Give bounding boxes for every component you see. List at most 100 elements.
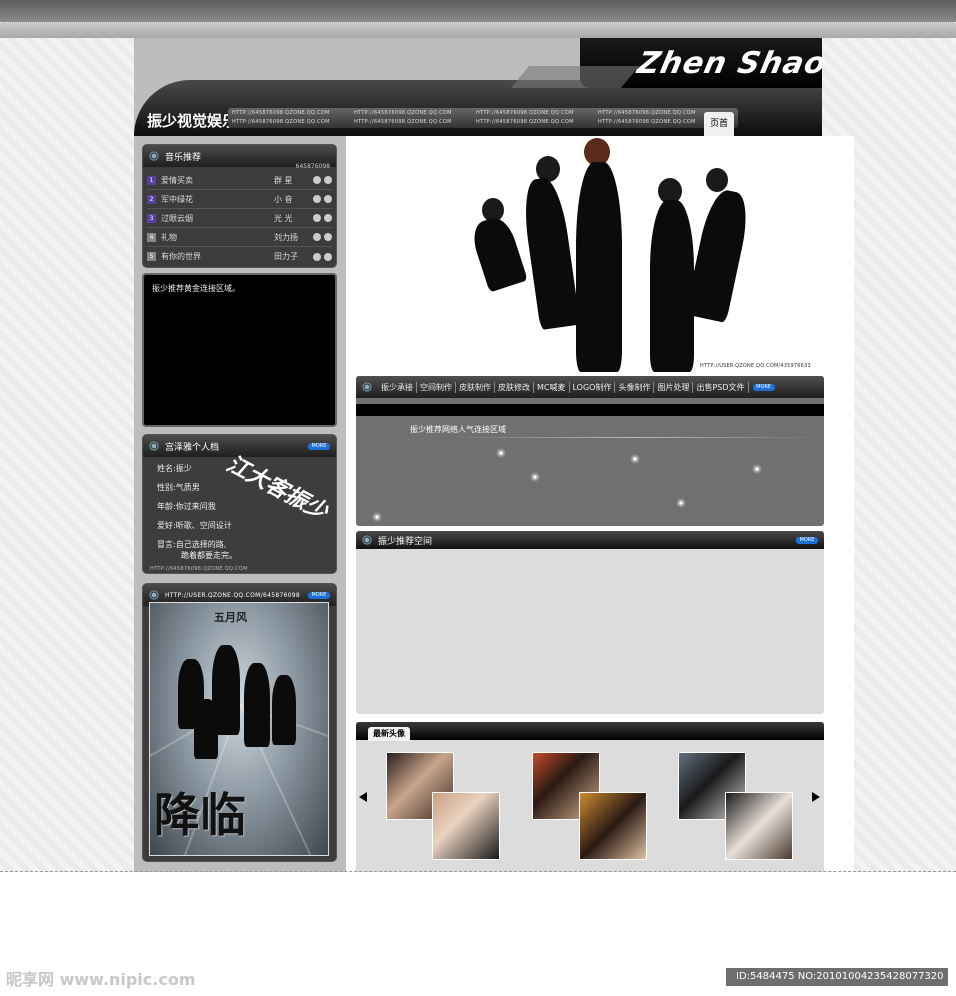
disc-icon: [149, 590, 159, 600]
avatars-title: 最新头像: [368, 727, 410, 741]
lock-icon[interactable]: [324, 176, 332, 184]
lock-icon[interactable]: [324, 195, 332, 203]
poster-figure: [272, 675, 296, 745]
singer-name: 田力子: [274, 252, 298, 261]
rank-number: 2: [147, 194, 156, 204]
home-tab[interactable]: 页首: [704, 112, 734, 136]
headphone-icon[interactable]: [313, 233, 321, 241]
lock-icon[interactable]: [324, 233, 332, 241]
nav-item[interactable]: 振少承接: [378, 381, 417, 393]
nav-item[interactable]: 皮肤制作: [456, 381, 495, 393]
headphone-icon[interactable]: [313, 176, 321, 184]
poster-title: 降临: [154, 788, 246, 842]
header-url: HTTP://645876098.QZONE.QQ.COM: [354, 119, 452, 125]
song-title[interactable]: 礼物: [161, 232, 274, 243]
singer-name: 光 光: [274, 213, 293, 223]
more-button[interactable]: MORE: [308, 591, 330, 599]
header-swoosh: [510, 66, 640, 88]
poster-url[interactable]: HTTP://USER.QZONE.QQ.COM/645876098: [165, 592, 300, 599]
headphone-icon[interactable]: [313, 252, 321, 261]
headphone-icon[interactable]: [313, 195, 321, 203]
header-url: HTTP://645876098.QZONE.QQ.COM: [476, 110, 574, 116]
disc-icon: [149, 151, 159, 161]
services-nav: 振少承接 空间制作 皮肤制作 皮肤修改 MC喊麦 LOGO制作 头像制作 图片处…: [356, 376, 824, 398]
song-title[interactable]: 有你的世界: [161, 251, 274, 262]
music-row[interactable]: 3 过眼云烟 光 光: [147, 209, 332, 228]
recommend-link-text[interactable]: 振少推荐黄金连接区域。: [152, 284, 240, 293]
top-subbar: [0, 22, 956, 38]
profile-motto-line2: 跪着都要走完。: [181, 551, 237, 560]
avatar-photo[interactable]: [432, 792, 500, 860]
header-url-strip: HTTP://645876098.QZONE.QQ.COM HTTP://645…: [228, 108, 738, 128]
rank-number: 4: [147, 232, 156, 242]
profile-title: 宫泽雅个人档: [165, 442, 220, 453]
avatar-photo[interactable]: [725, 792, 793, 860]
nav-item[interactable]: 头像制作: [615, 381, 655, 393]
profile-motto: 冒言:自己选择的路,: [157, 540, 227, 549]
music-panel: 音乐推荐 645876098 1 爱情买卖 群 星 2 军中绿花 小 音 3 过…: [142, 144, 337, 268]
song-title[interactable]: 爱情买卖: [161, 175, 274, 186]
more-button[interactable]: MORE: [308, 442, 330, 450]
banner-figure: [684, 187, 754, 323]
watermark-right: ID:5484475 NO:20101004235428077320: [726, 968, 948, 986]
recommended-space-header: 振少推荐空间 MORE: [356, 531, 824, 549]
lock-icon[interactable]: [324, 252, 332, 261]
banner-figure-head: [706, 168, 728, 192]
song-title[interactable]: 过眼云烟: [161, 213, 274, 224]
sparkle-icon: [372, 512, 382, 522]
profile-footer-url: HTTP://645876098.QZONE.QQ.COM: [150, 566, 248, 572]
nav-item[interactable]: 皮肤修改: [495, 381, 534, 393]
services-panel: [356, 376, 824, 526]
poster-figure: [194, 699, 218, 759]
nav-item[interactable]: MC喊麦: [534, 381, 570, 393]
bottom-divider: [0, 871, 956, 872]
more-button[interactable]: MORE: [752, 383, 775, 391]
services-caption[interactable]: 振少推荐网络人气连接区域: [410, 424, 506, 435]
arrow-right-icon[interactable]: [812, 792, 820, 802]
disc-icon: [149, 441, 159, 451]
header-url: HTTP://645876098.QZONE.QQ.COM: [232, 119, 330, 125]
more-button[interactable]: MORE: [796, 536, 818, 544]
nav-item[interactable]: 图片处理: [654, 381, 694, 393]
page: Zhen Shao 振少视觉娱乐 HTTP://645876098.QZONE.…: [0, 0, 956, 996]
banner-figure: [468, 213, 528, 293]
header-url: HTTP://645876098.QZONE.QQ.COM: [232, 110, 330, 116]
poster-brand: 五月风: [214, 611, 247, 624]
profile-name: 姓名:振少: [157, 464, 192, 473]
recommend-link-box: 振少推荐黄金连接区域。: [142, 273, 337, 427]
arrow-left-icon[interactable]: [359, 792, 367, 802]
header-url: HTTP://645876098.QZONE.QQ.COM: [598, 119, 696, 125]
music-row[interactable]: 2 军中绿花 小 音: [147, 190, 332, 209]
header-url: HTTP://645876098.QZONE.QQ.COM: [598, 110, 696, 116]
headphone-icon[interactable]: [313, 214, 321, 222]
disc-icon: [362, 382, 372, 392]
music-row[interactable]: 1 爱情买卖 群 星: [147, 171, 332, 190]
recommend-footer-url: HTTP://645876098.QZONE.QQ.COM: [182, 427, 280, 433]
poster-figure: [244, 663, 270, 747]
nav-item[interactable]: 空间制作: [417, 381, 456, 393]
music-row[interactable]: 5 有你的世界 田力子: [147, 247, 332, 266]
header-url: HTTP://645876098.QZONE.QQ.COM: [354, 110, 452, 116]
song-title[interactable]: 军中绿花: [161, 194, 274, 205]
music-id-label: 645876098: [295, 163, 330, 170]
nav-item[interactable]: LOGO制作: [570, 381, 616, 393]
profile-gender: 性别:气质男: [157, 483, 200, 492]
banner-image: [454, 136, 794, 372]
music-list: 1 爱情买卖 群 星 2 军中绿花 小 音 3 过眼云烟 光 光 4 礼物 刘力…: [143, 167, 336, 268]
singer-name: 群 星: [274, 175, 293, 185]
banner-url: HTTP://USER.QZONE.QQ.COM/435976633: [700, 363, 811, 369]
avatar-photo[interactable]: [579, 792, 647, 860]
lock-icon[interactable]: [324, 214, 332, 222]
music-row[interactable]: 4 礼物 刘力扬: [147, 228, 332, 247]
rank-number: 3: [147, 213, 156, 223]
site-logo[interactable]: Zhen Shao: [634, 46, 830, 81]
top-bar: [0, 0, 956, 22]
sparkle-icon: [676, 498, 686, 508]
rank-number: 5: [147, 252, 156, 261]
nav-item[interactable]: 出售PSD文件: [693, 381, 749, 393]
profile-hobby: 爱好:听歌、空间设计: [157, 521, 232, 530]
album-poster[interactable]: 五月风 降临: [149, 602, 329, 856]
banner-figure: [519, 175, 581, 331]
banner-figure: [650, 200, 694, 372]
header-url: HTTP://645876098.QZONE.QQ.COM: [476, 119, 574, 125]
